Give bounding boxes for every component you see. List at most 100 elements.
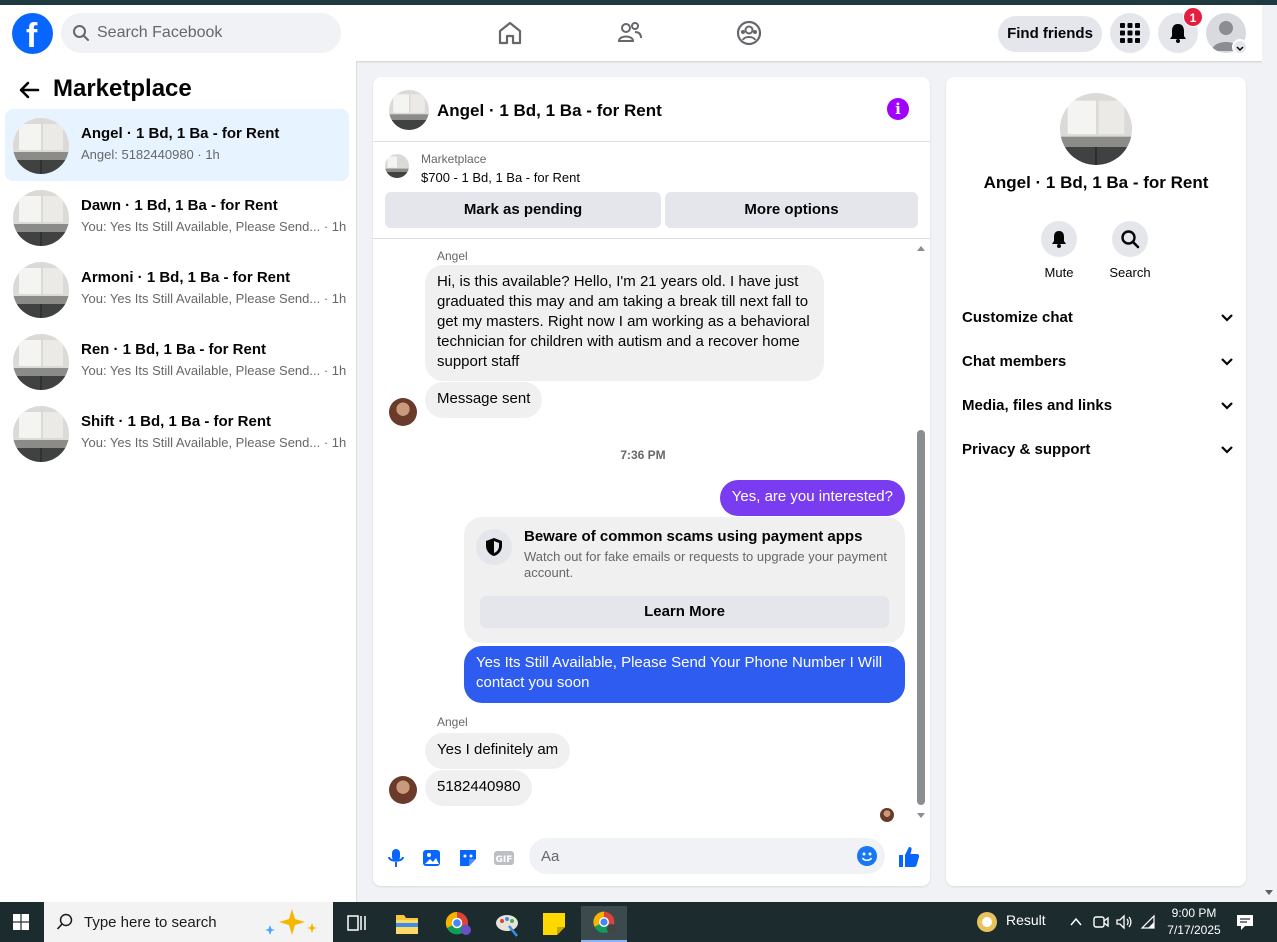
search-input[interactable]: [97, 13, 327, 53]
conversation-item[interactable]: Ren · 1 Bd, 1 Ba - for Rent You: Yes Its…: [5, 325, 349, 397]
message-timestamp: 7:36 PM: [620, 448, 666, 462]
customize-chat-section[interactable]: Customize chat: [962, 299, 1234, 339]
volume-icon[interactable]: [1116, 914, 1132, 930]
listing-thumbnail[interactable]: [1060, 93, 1132, 165]
sticky-notes-icon[interactable]: [531, 906, 577, 942]
section-label: Customize chat: [962, 309, 1073, 326]
search-icon: [73, 25, 89, 41]
listing-thumbnail: [13, 190, 69, 246]
media-files-links-section[interactable]: Media, files and links: [962, 387, 1234, 427]
windows-start-icon[interactable]: [13, 914, 29, 930]
more-options-button[interactable]: More options: [665, 192, 918, 228]
conversation-item[interactable]: Angel · 1 Bd, 1 Ba - for Rent Angel: 518…: [5, 109, 349, 181]
conversation-item[interactable]: Armoni · 1 Bd, 1 Ba - for Rent You: Yes …: [5, 253, 349, 325]
result-label[interactable]: Result: [1006, 912, 1046, 928]
chrome-active-icon[interactable]: [581, 906, 627, 942]
emoji-icon[interactable]: [857, 846, 877, 866]
chevron-down-icon: [1221, 314, 1233, 322]
incoming-message[interactable]: Yes I definitely am: [425, 733, 571, 769]
message-scrollbar[interactable]: [916, 240, 928, 825]
outgoing-message[interactable]: Yes, are you interested?: [719, 480, 905, 516]
mute-label: Mute: [1044, 265, 1074, 280]
find-friends-button[interactable]: Find friends: [998, 16, 1102, 52]
scam-warning-text: Watch out for fake emails or requests to…: [524, 549, 887, 580]
learn-more-button[interactable]: Learn More: [480, 596, 889, 628]
sidebar-title: Marketplace: [53, 75, 192, 102]
message-input[interactable]: [541, 838, 841, 874]
chevron-up-icon[interactable]: [1069, 915, 1083, 929]
chat-title[interactable]: Angel · 1 Bd, 1 Ba - for Rent: [437, 101, 662, 121]
system-clock[interactable]: 9:00 PM 7/17/2025: [1160, 905, 1228, 939]
file-explorer-icon[interactable]: [384, 906, 430, 942]
menu-button[interactable]: [1110, 13, 1150, 53]
notification-center-icon[interactable]: [1236, 913, 1254, 931]
shield-icon: [476, 529, 512, 565]
sender-name: Angel: [437, 249, 468, 263]
listing-thumbnail[interactable]: [385, 154, 409, 178]
incoming-message[interactable]: Message sent: [425, 382, 543, 418]
scam-warning-card: Beware of common scams using payment app…: [464, 517, 905, 643]
taskbar-search-input[interactable]: [84, 902, 284, 942]
mark-as-pending-button[interactable]: Mark as pending: [385, 192, 661, 228]
wifi-icon[interactable]: [1140, 914, 1156, 930]
taskbar-search[interactable]: [44, 902, 333, 942]
paint-app-icon[interactable]: [484, 906, 530, 942]
task-view-icon[interactable]: [334, 906, 380, 942]
facebook-logo-icon[interactable]: f: [12, 13, 53, 55]
conversation-item[interactable]: Dawn · 1 Bd, 1 Ba - for Rent You: Yes It…: [5, 181, 349, 253]
top-navigation-bar: f Find friends 1: [0, 5, 1262, 61]
page-scrollbar[interactable]: [1262, 5, 1277, 902]
thumbs-up-icon[interactable]: [897, 845, 921, 869]
sticker-icon[interactable]: [457, 847, 479, 869]
scroll-down-arrow-icon[interactable]: [1264, 889, 1274, 897]
conversation-preview: You: Yes Its Still Available, Please Sen…: [81, 219, 347, 234]
scroll-up-arrow-icon[interactable]: [916, 244, 926, 252]
groups-icon[interactable]: [735, 19, 763, 47]
sender-avatar[interactable]: [389, 398, 417, 426]
chevron-down-icon[interactable]: [1232, 39, 1248, 55]
photo-gallery-icon[interactable]: [421, 847, 443, 869]
message-composer: GIF: [373, 829, 930, 886]
gif-icon[interactable]: GIF: [493, 847, 515, 869]
message-input-box[interactable]: [529, 838, 885, 874]
mute-button[interactable]: Mute: [1029, 221, 1089, 280]
clock-date: 7/17/2025: [1167, 923, 1221, 937]
microphone-icon[interactable]: [385, 847, 407, 869]
incoming-message[interactable]: 5182440980: [425, 770, 533, 806]
search-icon: [1121, 230, 1140, 249]
scroll-down-arrow-icon[interactable]: [916, 812, 926, 820]
result-app-icon[interactable]: [976, 911, 998, 933]
listing-bar: Marketplace $700 - 1 Bd, 1 Ba - for Rent…: [373, 142, 930, 239]
scrollbar-thumb[interactable]: [917, 430, 925, 805]
sender-avatar[interactable]: [389, 776, 417, 804]
privacy-support-section[interactable]: Privacy & support: [962, 431, 1234, 471]
chevron-down-icon: [1221, 358, 1233, 366]
chevron-down-icon: [1221, 446, 1233, 454]
section-label: Media, files and links: [962, 397, 1113, 414]
search-icon: [56, 913, 73, 930]
listing-price[interactable]: $700 - 1 Bd, 1 Ba - for Rent: [421, 170, 580, 185]
conversation-preview: Angel: 5182440980 · 1h: [81, 147, 220, 162]
conversation-item[interactable]: Shift · 1 Bd, 1 Ba - for Rent You: Yes I…: [5, 397, 349, 469]
read-receipt-avatar: [880, 808, 894, 822]
outgoing-message[interactable]: Yes Its Still Available, Please Send You…: [464, 646, 905, 703]
info-icon[interactable]: i: [887, 98, 909, 120]
incoming-message[interactable]: Hi, is this available? Hello, I'm 21 yea…: [425, 265, 824, 381]
sender-name: Angel: [437, 715, 468, 729]
listing-thumbnail[interactable]: [389, 90, 429, 130]
chat-panel: Angel · 1 Bd, 1 Ba - for Rent i Marketpl…: [373, 77, 930, 886]
details-title: Angel · 1 Bd, 1 Ba - for Rent: [983, 173, 1209, 192]
meet-now-icon[interactable]: [1093, 914, 1109, 930]
listing-source-label: Marketplace: [421, 152, 487, 166]
listing-thumbnail: [13, 118, 69, 174]
home-icon[interactable]: [496, 19, 524, 47]
sparkles-icon: [265, 909, 317, 935]
back-arrow-icon[interactable]: [18, 79, 40, 101]
chrome-profile-icon[interactable]: [434, 906, 480, 942]
search-bar[interactable]: [61, 13, 341, 53]
scam-warning-title: Beware of common scams using payment app…: [524, 528, 863, 545]
friends-icon[interactable]: [616, 19, 644, 47]
chat-members-section[interactable]: Chat members: [962, 343, 1234, 383]
conversation-details-panel: Angel · 1 Bd, 1 Ba - for Rent Mute Searc…: [946, 77, 1246, 886]
search-conversation-button[interactable]: Search: [1100, 221, 1160, 280]
